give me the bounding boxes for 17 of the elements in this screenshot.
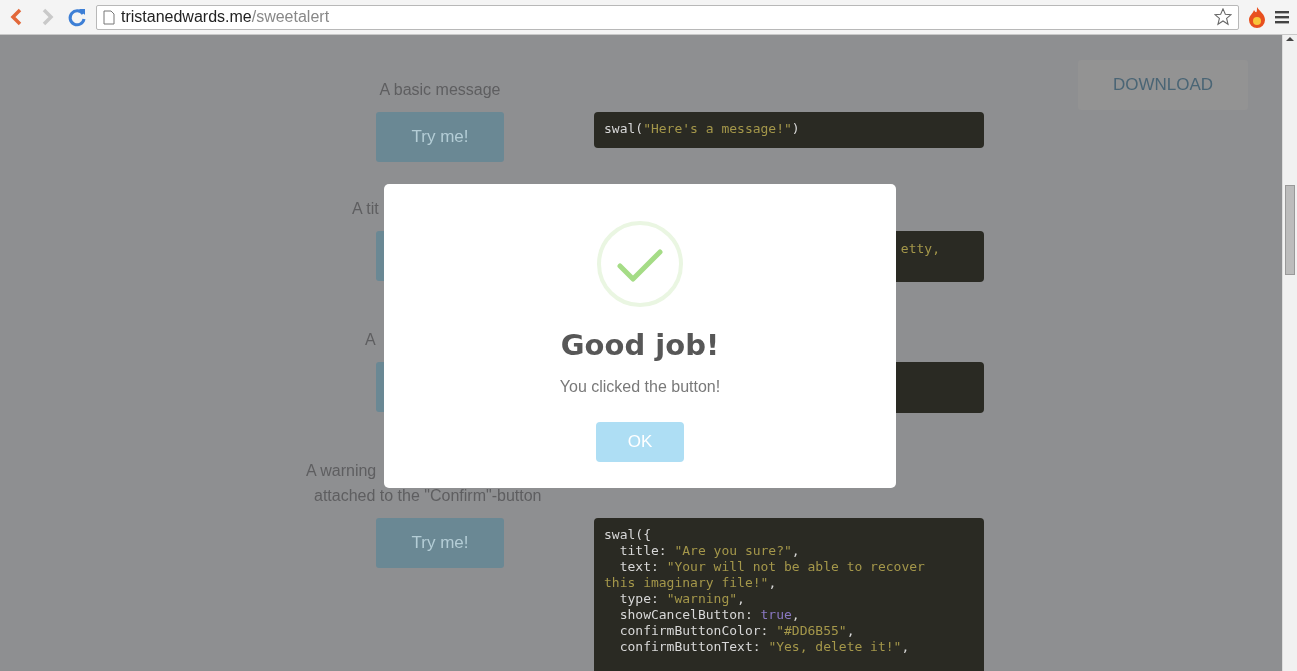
ok-button[interactable]: OK [596, 422, 684, 462]
try-button[interactable]: Try me! [376, 112, 504, 162]
download-button[interactable]: DOWNLOAD [1078, 60, 1248, 110]
reload-icon[interactable] [66, 6, 88, 28]
scroll-thumb[interactable] [1285, 185, 1295, 275]
code-block: swal("Here's a message!") [594, 112, 984, 148]
page-icon [103, 9, 115, 25]
success-check-icon [596, 220, 684, 308]
star-icon[interactable] [1214, 8, 1232, 26]
dialog-message: You clicked the button! [559, 378, 721, 396]
scrollbar[interactable] [1282, 35, 1297, 671]
dialog-title: Good job! [560, 328, 720, 362]
code-block: swal({ title: "Are you sure?", text: "Your will not be able to recover this imaginary file!", type: "warning", showCancelButton: true, confirmButtonColor: "#DD6B55", confirmButtonText: "Yes, delete it!", [594, 518, 984, 671]
try-button[interactable]: Try me! [376, 518, 504, 568]
address-bar[interactable]: tristanedwards.me/sweetalert [96, 4, 1239, 30]
flame-icon[interactable] [1247, 6, 1267, 28]
menu-icon[interactable] [1275, 9, 1291, 25]
